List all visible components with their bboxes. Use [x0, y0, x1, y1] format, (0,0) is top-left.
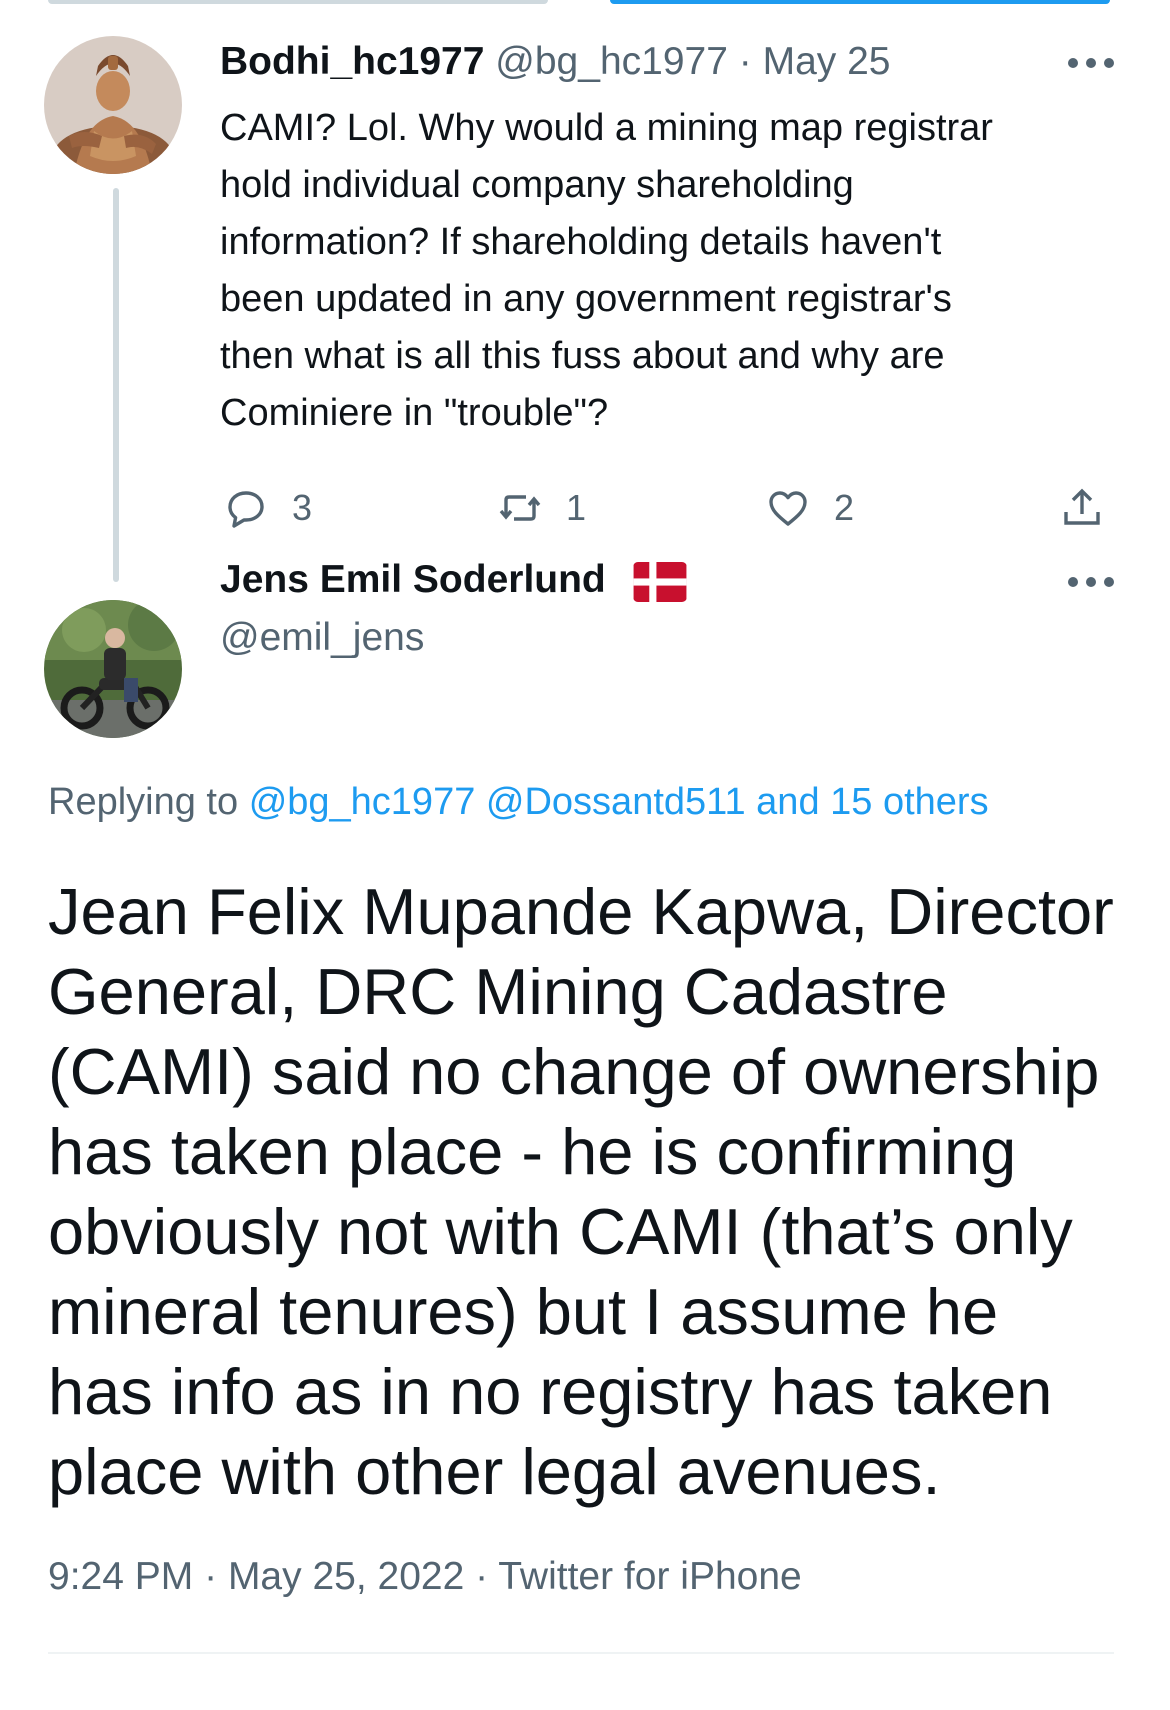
tweet2-header: Jens Emil Soderlund: [220, 556, 687, 604]
replying-prefix: Replying to: [48, 781, 239, 823]
tweet2-handle[interactable]: @emil_jens: [220, 614, 424, 662]
tweet1-header: Bodhi_hc1977 @bg_hc1977 · May 25: [220, 38, 891, 86]
avatar-jens[interactable]: [44, 600, 182, 738]
replying-to-line: Replying to @bg_hc1977 @Dossantd511 and …: [48, 778, 989, 826]
previous-tweet-border: [48, 0, 548, 4]
share-button[interactable]: [1058, 484, 1106, 532]
reply-count: 3: [292, 487, 313, 528]
heart-icon: [769, 491, 807, 526]
tweet2-date[interactable]: May 25, 2022: [228, 1555, 464, 1598]
divider: [48, 1652, 1114, 1654]
tweet1-handle[interactable]: @bg_hc1977: [495, 40, 728, 83]
tweet2-display-name[interactable]: Jens Emil Soderlund: [220, 558, 606, 601]
reply-bubble-icon: [228, 491, 264, 528]
denmark-flag-icon: [633, 561, 687, 602]
meta-separator: ·: [475, 1555, 489, 1598]
like-count: 2: [834, 487, 855, 528]
thread-connector-line: [113, 188, 119, 582]
like-button[interactable]: 2: [764, 484, 854, 532]
more-horizontal-icon[interactable]: [1068, 58, 1114, 70]
tweet1-text: CAMI? Lol. Why would a mining map regist…: [220, 107, 993, 434]
more-horizontal-icon[interactable]: [1068, 577, 1114, 589]
meta-separator: ·: [204, 1555, 218, 1598]
tweet2-time[interactable]: 9:24 PM: [48, 1555, 193, 1598]
tweet1-date[interactable]: May 25: [763, 40, 891, 83]
share-icon: [1064, 488, 1100, 525]
avatar-bodhi[interactable]: [44, 36, 182, 174]
replying-handle-bg[interactable]: @bg_hc1977: [249, 781, 476, 823]
previous-tweet-accent: [610, 0, 1110, 4]
retweet-button[interactable]: 1: [496, 484, 586, 532]
retweet-count: 1: [566, 487, 587, 528]
tweet2-source[interactable]: Twitter for iPhone: [498, 1555, 801, 1598]
tweet1-separator: ·: [738, 40, 752, 83]
retweet-icon: [499, 495, 541, 521]
reply-button[interactable]: 3: [222, 484, 312, 532]
replying-others-link[interactable]: and 15 others: [756, 781, 988, 823]
tweet1-display-name[interactable]: Bodhi_hc1977: [220, 40, 484, 83]
replying-handle-dossantd[interactable]: @Dossantd511: [486, 781, 746, 823]
tweet2-meta: 9:24 PM · May 25, 2022 · Twitter for iPh…: [48, 1553, 802, 1601]
tweet2-text: Jean Felix Mupande Kapwa, Director Gener…: [48, 875, 1114, 1508]
